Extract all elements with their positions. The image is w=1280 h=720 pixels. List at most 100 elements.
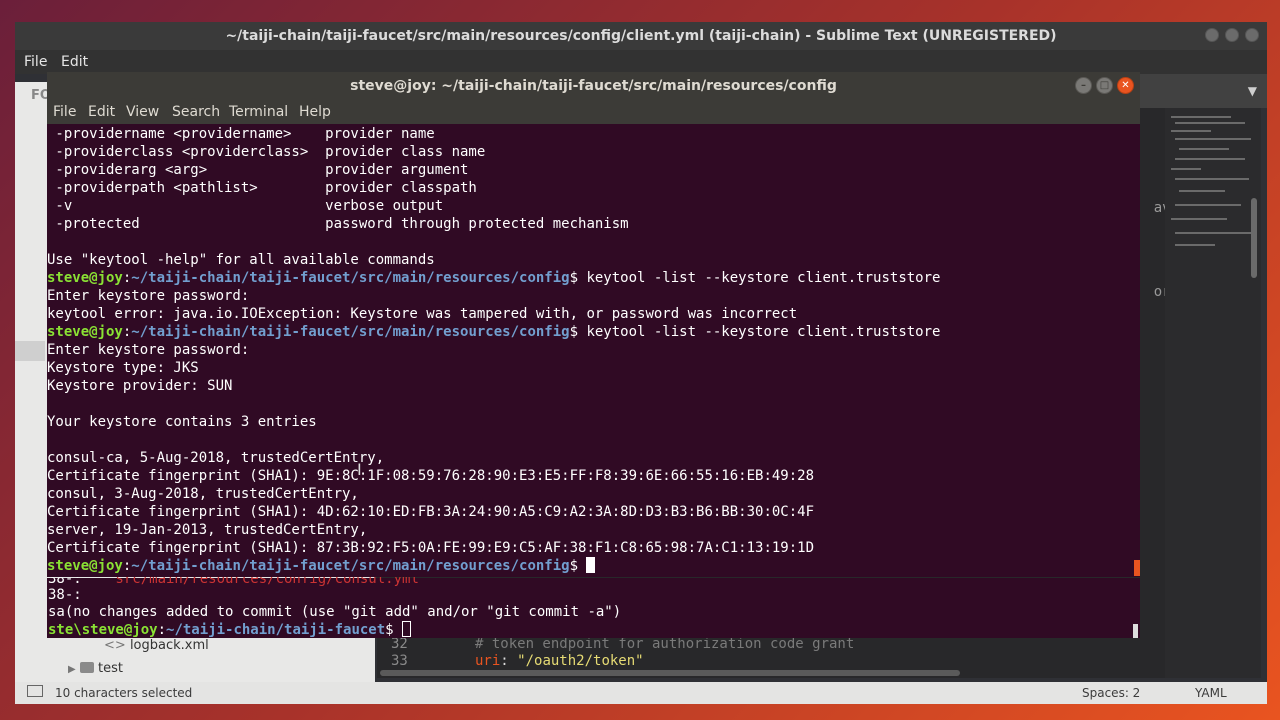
status-selection: 10 characters selected [55,686,193,700]
code-line: uri: "/oauth2/token" [475,653,644,669]
terminal-output-line: -providername <providername> provider na… [47,126,435,142]
line-number: 33 [391,653,408,669]
terminal-output-line: -providerarg <arg> provider argument [47,162,469,178]
terminal-output-line: Keystore provider: SUN [47,378,233,394]
terminal-menu-bar: File Edit View Search Terminal Help [47,100,1140,124]
prompt-user: steve@joy [47,270,123,286]
code-file-icon: <> [104,638,126,653]
terminal-output-line: Certificate fingerprint (SHA1): 9E:8C:1F… [47,468,815,484]
terminal-title-bar: steve@joy: ~/taiji-chain/taiji-faucet/sr… [47,72,1140,100]
maximize-button[interactable]: □ [1096,77,1113,94]
terminal-output-line: Keystore type: JKS [47,360,199,376]
prompt-command: $ keytool -list --keystore client.trusts… [569,270,941,286]
prompt-command: $ keytool -list --keystore client.trusts… [569,324,941,340]
menu-terminal[interactable]: Terminal [229,104,288,120]
minimap-scrollbar[interactable] [1251,198,1257,278]
terminal-output-line: Certificate fingerprint (SHA1): 87:3B:92… [47,540,815,556]
prompt-user: steve@joy [47,558,123,574]
prompt-command: $ [569,558,587,574]
terminal-output-line: Your keystore contains 3 entries [47,414,317,430]
sidebar-item-label: logback.xml [129,638,209,653]
terminal-window-controls: – □ ✕ [1075,77,1134,94]
minimize-button[interactable] [1205,28,1219,42]
editor-visible-lines[interactable]: 32 # token endpoint for authorization co… [377,636,1137,674]
editor-horizontal-scrollbar[interactable] [380,670,960,676]
terminal-output[interactable]: -providername <providername> provider na… [47,124,1140,577]
terminal-output-line: -v verbose output [47,198,444,214]
terminal-output-line: keytool error: java.io.IOException: Keys… [47,306,798,322]
sidebar-file-list: <> logback.xml ▶ test [60,638,370,678]
minimap-line [1175,204,1241,206]
maximize-button[interactable] [1225,28,1239,42]
prompt-path: ~/taiji-chain/taiji-faucet/src/main/reso… [131,324,570,340]
terminal-scrollbar[interactable] [1134,560,1140,576]
terminal-output-line: -providerclass <providerclass> provider … [47,144,486,160]
sublime-title: ~/taiji-chain/taiji-faucet/src/main/reso… [225,28,1057,44]
minimap-line [1171,168,1201,170]
terminal-line: sa(no changes added to commit (use "git … [48,604,622,620]
menu-edit[interactable]: Edit [61,54,88,70]
minimap-line [1175,178,1249,180]
background-terminal[interactable]: 38-: src/main/resources/config/consul.ym… [47,571,1140,639]
terminal-output-line: consul-ca, 5-Aug-2018, trustedCertEntry, [47,450,385,466]
folder-icon [79,662,94,673]
sidebar-item-label: test [97,661,123,676]
menu-view[interactable]: View [126,104,159,120]
terminal-prompt-line: steve@joy:~/taiji-chain/taiji-faucet/src… [47,557,596,575]
terminal-line: 38-: [48,587,82,603]
sidebar-selection [15,341,45,361]
sidebar-item-test[interactable]: ▶ test [68,661,123,676]
minimap-line [1171,218,1227,220]
prompt-path: ~/taiji-chain/taiji-faucet/src/main/reso… [131,558,570,574]
minimap-line [1175,158,1245,160]
terminal-prompt-line: steve@joy:~/taiji-chain/taiji-faucet/src… [47,324,941,340]
minimap-line [1179,148,1229,150]
terminal-scrollbar[interactable] [1133,624,1138,638]
sidebar-item-logback[interactable]: <> logback.xml [104,638,209,653]
terminal-output-line: -protected password through protected me… [47,216,629,232]
minimap-line [1175,138,1251,140]
terminal-prompt-line: steve@joy:~/taiji-chain/taiji-faucet/src… [47,270,941,286]
menu-edit[interactable]: Edit [88,104,115,120]
minimap-line [1171,130,1211,132]
panel-toggle-icon[interactable] [27,685,43,697]
tab-dropdown-icon[interactable]: ▼ [1248,84,1257,98]
prompt-user: steve@joy [47,324,123,340]
sublime-status-bar: 10 characters selected Spaces: 2 YAML [15,682,1267,704]
status-syntax[interactable]: YAML [1195,686,1227,700]
yaml-value: "/oauth2/token" [517,653,644,669]
yaml-key: uri [475,653,501,669]
minimap-line [1171,116,1231,118]
minimap-line [1175,122,1245,124]
menu-file[interactable]: File [53,104,76,120]
menu-file[interactable]: File [24,54,47,70]
terminal-output-line: -providerpath <pathlist> provider classp… [47,180,477,196]
terminal-output-line: server, 19-Jan-2013, trustedCertEntry, [47,522,368,538]
sublime-title-bar: ~/taiji-chain/taiji-faucet/src/main/reso… [15,22,1267,50]
minimize-button[interactable]: – [1075,77,1092,94]
terminal-output-line: Use "keytool -help" for all available co… [47,252,435,268]
menu-search[interactable]: Search [172,104,220,120]
sublime-menu-bar: File Edit [15,50,1267,74]
terminal-prompt: ste\steve@joy:~/taiji-chain/taiji-faucet… [48,621,412,639]
terminal-cursor [402,621,412,637]
chevron-right-icon: ▶ [68,664,76,675]
text-cursor-icon: I [357,460,362,479]
terminal-title: steve@joy: ~/taiji-chain/taiji-faucet/sr… [350,78,837,94]
terminal-window: steve@joy: ~/taiji-chain/taiji-faucet/sr… [47,72,1140,577]
prompt-path: ~/taiji-chain/taiji-faucet/src/main/reso… [131,270,570,286]
status-spaces[interactable]: Spaces: 2 [1082,686,1140,700]
terminal-output-line: Enter keystore password: [47,342,250,358]
minimap-line [1175,244,1215,246]
close-button[interactable]: ✕ [1117,77,1134,94]
sublime-minimap[interactable] [1165,108,1261,678]
terminal-output-line: consul, 3-Aug-2018, trustedCertEntry, [47,486,359,502]
terminal-output-line: Enter keystore password: [47,288,250,304]
menu-help[interactable]: Help [299,104,331,120]
minimap-line [1175,232,1253,234]
close-button[interactable] [1245,28,1259,42]
minimap-line [1179,190,1225,192]
sublime-window-controls [1205,28,1259,42]
terminal-output-line: Certificate fingerprint (SHA1): 4D:62:10… [47,504,815,520]
terminal-cursor [586,557,596,573]
